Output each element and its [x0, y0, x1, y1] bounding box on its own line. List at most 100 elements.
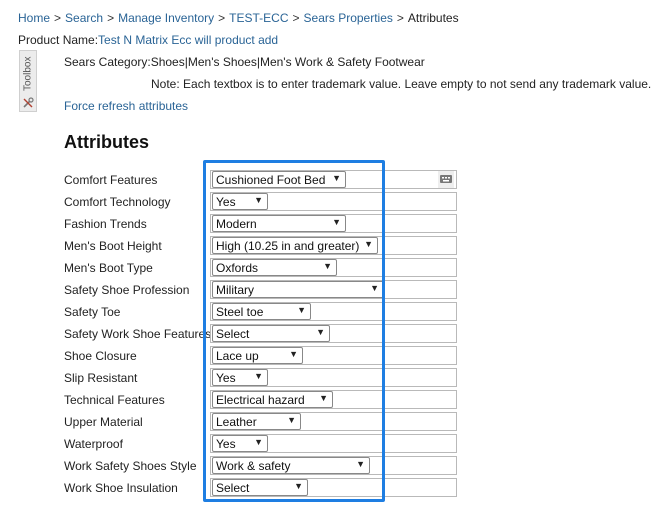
selected-value: Yes	[216, 437, 236, 451]
attribute-label: Men's Boot Height	[64, 239, 162, 253]
selected-value: Leather	[216, 415, 257, 429]
attribute-row-mens-boot-type: Men's Boot Type Oxfords ▼	[0, 258, 658, 280]
toolbox-label: Toolbox	[22, 56, 34, 92]
attribute-label: Men's Boot Type	[64, 261, 153, 275]
selected-value: Lace up	[216, 349, 259, 363]
product-name-label: Product Name:	[18, 33, 99, 47]
dropdown-arrow-icon: ▼	[294, 481, 303, 491]
breadcrumb-separator: >	[396, 11, 404, 25]
attribute-row-safety-work-shoe-features: Safety Work Shoe Features Select ▼	[0, 324, 658, 346]
product-name-link[interactable]: Test N Matrix Ecc will product add	[98, 33, 278, 47]
attribute-row-work-shoe-insulation: Work Shoe Insulation Select ▼	[0, 478, 658, 500]
selected-value: Oxfords	[216, 261, 259, 275]
attribute-row-comfort-features: Comfort Features Cushioned Foot Bed ▼	[0, 170, 658, 192]
dropdown-arrow-icon: ▼	[254, 195, 263, 205]
force-refresh-attributes-link[interactable]: Force refresh attributes	[64, 99, 188, 113]
attribute-label: Comfort Technology	[64, 195, 171, 209]
attribute-select[interactable]: Work & safety ▼	[212, 457, 370, 474]
selected-value: Select	[216, 481, 250, 495]
attribute-row-shoe-closure: Shoe Closure Lace up ▼	[0, 346, 658, 368]
dropdown-arrow-icon: ▼	[364, 239, 373, 249]
attribute-label: Slip Resistant	[64, 371, 138, 385]
attributes-heading: Attributes	[64, 132, 149, 152]
attribute-label: Work Shoe Insulation	[64, 481, 178, 495]
breadcrumb-separator: >	[107, 11, 115, 25]
dropdown-arrow-icon: ▼	[370, 283, 379, 293]
breadcrumb-test-ecc[interactable]: TEST-ECC	[229, 11, 288, 25]
selected-value: Work & safety	[216, 459, 291, 473]
toolbox-tab[interactable]: Toolbox	[19, 50, 37, 112]
attribute-label: Safety Shoe Profession	[64, 283, 190, 297]
dropdown-arrow-icon: ▼	[316, 327, 325, 337]
attribute-label: Upper Material	[64, 415, 143, 429]
attribute-label: Shoe Closure	[64, 349, 137, 363]
attribute-row-technical-features: Technical Features Electrical hazard ▼	[0, 390, 658, 412]
breadcrumb-sears-properties[interactable]: Sears Properties	[304, 11, 393, 25]
attribute-select[interactable]: Steel toe ▼	[212, 303, 311, 320]
keyboard-helper-icon[interactable]	[438, 171, 454, 188]
attribute-select[interactable]: High (10.25 in and greater) ▼	[212, 237, 378, 254]
wrench-screwdriver-icon	[23, 97, 34, 108]
attribute-row-mens-boot-height: Men's Boot Height High (10.25 in and gre…	[0, 236, 658, 258]
attribute-select[interactable]: Yes ▼	[212, 435, 268, 452]
breadcrumb-separator: >	[54, 11, 62, 25]
clipped-header-text	[0, 0, 658, 4]
attribute-select[interactable]: Military ▼	[212, 281, 384, 298]
attribute-label: Waterproof	[64, 437, 123, 451]
attribute-row-upper-material: Upper Material Leather ▼	[0, 412, 658, 434]
breadcrumb: Home > Search > Manage Inventory > TEST-ECC > Se…	[18, 11, 459, 25]
selected-value: Select	[216, 327, 250, 341]
attribute-label: Safety Work Shoe Features	[64, 327, 212, 341]
attribute-select[interactable]: Lace up ▼	[212, 347, 303, 364]
attribute-row-safety-toe: Safety Toe Steel toe ▼	[0, 302, 658, 324]
breadcrumb-manage-inventory[interactable]: Manage Inventory	[118, 11, 214, 25]
attribute-select[interactable]: Leather ▼	[212, 413, 301, 430]
selected-value: Yes	[216, 195, 236, 209]
attribute-label: Work Safety Shoes Style	[64, 459, 197, 473]
attribute-select[interactable]: Yes ▼	[212, 193, 268, 210]
attribute-select[interactable]: Yes ▼	[212, 369, 268, 386]
breadcrumb-separator: >	[218, 11, 226, 25]
dropdown-arrow-icon: ▼	[254, 371, 263, 381]
dropdown-arrow-icon: ▼	[332, 173, 341, 183]
attribute-label: Safety Toe	[64, 305, 121, 319]
attribute-row-comfort-technology: Comfort Technology Yes ▼	[0, 192, 658, 214]
attribute-label: Fashion Trends	[64, 217, 147, 231]
breadcrumb-current: Attributes	[407, 11, 459, 25]
dropdown-arrow-icon: ▼	[332, 217, 341, 227]
dropdown-arrow-icon: ▼	[297, 305, 306, 315]
dropdown-arrow-icon: ▼	[254, 437, 263, 447]
sears-category: Sears Category:Shoes|Men's Shoes|Men's W…	[64, 55, 425, 69]
selected-value: Yes	[216, 371, 236, 385]
attribute-select[interactable]: Oxfords ▼	[212, 259, 337, 276]
attribute-select[interactable]: Electrical hazard ▼	[212, 391, 333, 408]
attribute-select[interactable]: Select ▼	[212, 325, 330, 342]
dropdown-arrow-icon: ▼	[287, 415, 296, 425]
attribute-label: Technical Features	[64, 393, 165, 407]
attribute-select[interactable]: Modern ▼	[212, 215, 346, 232]
trademark-note: Note: Each textbox is to enter trademark…	[151, 77, 652, 91]
attribute-select[interactable]: Select ▼	[212, 479, 308, 496]
clipped-next-heading	[64, 502, 144, 507]
attribute-row-slip-resistant: Slip Resistant Yes ▼	[0, 368, 658, 390]
breadcrumb-separator: >	[292, 11, 300, 25]
product-name-line: Product Name:Test N Matrix Ecc will prod…	[18, 33, 278, 47]
selected-value: High (10.25 in and greater)	[216, 239, 360, 253]
selected-value: Steel toe	[216, 305, 264, 319]
dropdown-arrow-icon: ▼	[356, 459, 365, 469]
selected-value: Electrical hazard	[216, 393, 305, 407]
attribute-label: Comfort Features	[64, 173, 158, 187]
selected-value: Modern	[216, 217, 257, 231]
attribute-row-waterproof: Waterproof Yes ▼	[0, 434, 658, 456]
attribute-row-safety-shoe-profession: Safety Shoe Profession Military ▼	[0, 280, 658, 302]
attribute-row-fashion-trends: Fashion Trends Modern ▼	[0, 214, 658, 236]
selected-value: Cushioned Foot Bed	[216, 173, 326, 187]
selected-value: Military	[216, 283, 254, 297]
attribute-select[interactable]: Cushioned Foot Bed ▼	[212, 171, 346, 188]
dropdown-arrow-icon: ▼	[323, 261, 332, 271]
breadcrumb-home[interactable]: Home	[18, 11, 50, 25]
dropdown-arrow-icon: ▼	[289, 349, 298, 359]
dropdown-arrow-icon: ▼	[319, 393, 328, 403]
attribute-row-work-safety-shoes-style: Work Safety Shoes Style Work & safety ▼	[0, 456, 658, 478]
breadcrumb-search[interactable]: Search	[65, 11, 103, 25]
